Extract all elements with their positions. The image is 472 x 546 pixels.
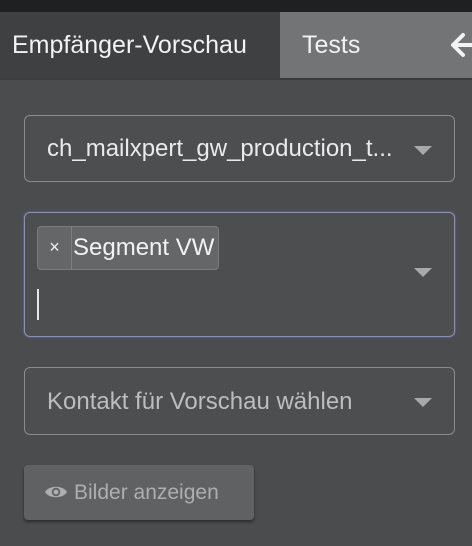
chevron-down-icon — [414, 146, 432, 155]
eye-icon — [45, 486, 67, 498]
chevron-down-icon — [414, 398, 432, 407]
tab-tests[interactable]: Tests — [280, 12, 472, 78]
list-select[interactable]: ch_mailxpert_gw_production_t... — [24, 115, 455, 182]
segment-select[interactable]: × Segment VW — [24, 212, 455, 337]
arrow-left-icon[interactable] — [450, 32, 472, 58]
segment-tag-label: Segment VW — [73, 234, 215, 261]
segment-search-input[interactable] — [37, 289, 39, 320]
remove-tag-icon[interactable]: × — [38, 227, 72, 269]
list-select-value: ch_mailxpert_gw_production_t... — [47, 135, 393, 162]
tab-tests-label: Tests — [302, 31, 361, 59]
tab-bar: Empfänger-Vorschau Tests — [0, 12, 472, 78]
contact-select-placeholder: Kontakt für Vorschau wählen — [47, 388, 353, 415]
tab-recipient-preview[interactable]: Empfänger-Vorschau — [0, 12, 280, 78]
contact-select[interactable]: Kontakt für Vorschau wählen — [24, 367, 455, 435]
window-top-bar — [0, 0, 472, 12]
show-images-button[interactable]: Bilder anzeigen — [24, 465, 254, 520]
chevron-down-icon — [414, 268, 432, 277]
tab-divider — [0, 78, 472, 80]
segment-tag: × Segment VW — [37, 226, 219, 270]
show-images-label: Bilder anzeigen — [74, 481, 219, 504]
